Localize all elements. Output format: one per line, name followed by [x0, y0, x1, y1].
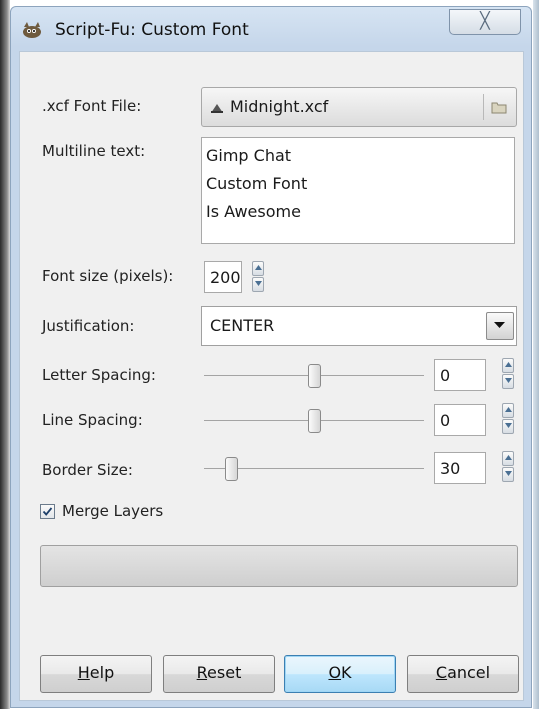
background-strip-right	[533, 0, 539, 709]
letter-spacing-label: Letter Spacing:	[42, 366, 156, 384]
line-spacing-input[interactable]: 0	[434, 404, 486, 436]
chooser-divider	[483, 94, 484, 120]
text-line: Is Awesome	[206, 202, 301, 221]
help-mnemonic: H	[77, 663, 90, 682]
text-line: Gimp Chat	[206, 146, 292, 165]
spin-up-icon[interactable]	[502, 403, 514, 418]
spin-up-icon[interactable]	[502, 358, 514, 373]
cancel-button[interactable]: Cancel	[407, 655, 519, 693]
line-spacing-label: Line Spacing:	[42, 411, 143, 429]
ok-button[interactable]: OK	[284, 655, 396, 693]
font-file-chooser-button[interactable]: Midnight.xcf	[201, 87, 517, 127]
text-line: Custom Font	[206, 174, 308, 193]
spin-down-icon[interactable]	[502, 467, 514, 482]
font-size-label: Font size (pixels):	[42, 267, 174, 285]
letter-spacing-slider-thumb[interactable]	[307, 364, 321, 388]
letter-spacing-value: 0	[440, 366, 451, 385]
border-size-label: Border Size:	[42, 461, 133, 479]
dropdown-arrow-icon	[494, 322, 505, 328]
cancel-mnemonic: C	[435, 663, 448, 682]
reset-label: eset	[207, 663, 242, 682]
letter-spacing-stepper[interactable]	[502, 358, 514, 390]
justification-select[interactable]: CENTER	[201, 306, 517, 346]
merge-layers-label: Merge Layers	[62, 502, 164, 520]
justification-label: Justification:	[42, 317, 135, 335]
line-spacing-slider-thumb[interactable]	[307, 409, 321, 433]
checkmark-icon	[42, 507, 53, 516]
spin-down-icon[interactable]	[502, 419, 514, 434]
title-bar[interactable]: Script-Fu: Custom Font ╳	[11, 7, 531, 51]
line-spacing-value: 0	[440, 411, 451, 430]
border-size-value: 30	[440, 459, 461, 478]
xcf-file-icon	[210, 100, 224, 113]
background-strip-left	[0, 0, 10, 709]
border-size-input[interactable]: 30	[434, 452, 486, 484]
progress-bar	[40, 545, 518, 587]
ok-label: K	[341, 663, 352, 682]
dialog-body: .xcf Font File: Midnight.xcf Multiline t…	[19, 51, 524, 701]
gimp-wilber-icon	[21, 21, 43, 39]
reset-button[interactable]: Reset	[163, 655, 275, 693]
border-size-slider-thumb[interactable]	[224, 457, 238, 481]
line-spacing-stepper[interactable]	[502, 403, 514, 435]
cancel-label: ancel	[447, 663, 491, 682]
window-title: Script-Fu: Custom Font	[55, 20, 249, 40]
dialog-window: Script-Fu: Custom Font ╳ .xcf Font File:…	[10, 6, 532, 708]
dropdown-button[interactable]	[486, 312, 514, 340]
merge-layers-checkbox[interactable]	[40, 504, 55, 519]
help-label: elp	[89, 663, 115, 682]
folder-icon[interactable]	[491, 100, 507, 114]
font-size-value: 200	[210, 268, 241, 287]
close-button[interactable]: ╳	[449, 9, 521, 35]
spin-up-icon[interactable]	[502, 451, 514, 466]
font-file-name: Midnight.xcf	[230, 97, 329, 116]
reset-mnemonic: R	[196, 663, 208, 682]
font-size-input[interactable]: 200	[204, 261, 242, 293]
font-file-label: .xcf Font File:	[42, 97, 142, 115]
ok-mnemonic: O	[328, 663, 342, 682]
spin-down-icon[interactable]	[502, 374, 514, 389]
close-icon: ╳	[480, 11, 490, 30]
help-button[interactable]: Help	[40, 655, 152, 693]
spin-down-icon[interactable]	[252, 277, 264, 292]
multiline-label: Multiline text:	[42, 142, 146, 160]
spin-up-icon[interactable]	[252, 261, 264, 276]
justification-value: CENTER	[210, 316, 275, 335]
border-size-stepper[interactable]	[502, 451, 514, 483]
multiline-text-input[interactable]: Gimp Chat Custom Font Is Awesome	[201, 137, 515, 244]
font-size-stepper[interactable]	[252, 261, 264, 293]
letter-spacing-input[interactable]: 0	[434, 359, 486, 391]
